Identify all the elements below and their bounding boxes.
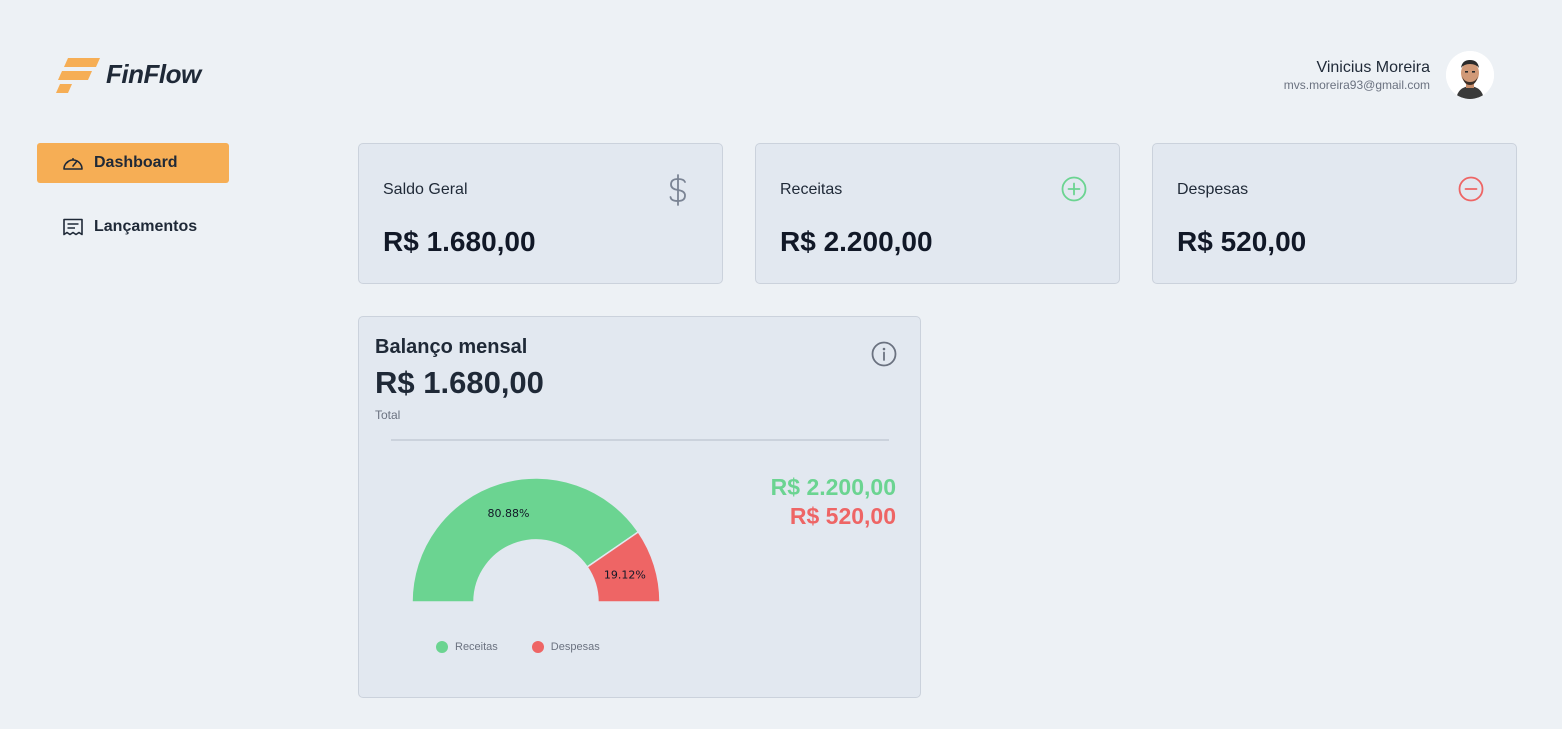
stat-title: Despesas bbox=[1177, 181, 1249, 198]
legend-swatch bbox=[436, 641, 448, 653]
stat-card-saldo-geral: Saldo Geral R$ 1.680,00 bbox=[358, 143, 723, 284]
sidebar-item-label: Lançamentos bbox=[94, 218, 198, 235]
user-name: Vinicius Moreira bbox=[1316, 59, 1430, 76]
legend-swatch bbox=[531, 641, 544, 653]
chart-legend: Receitas Despesas bbox=[436, 641, 634, 653]
gauge-icon bbox=[63, 158, 83, 170]
sidebar-item-lancamentos[interactable]: Lançamentos bbox=[37, 207, 229, 247]
brand-name: FinFlow bbox=[106, 58, 201, 89]
user-email: mvs.moreira93@gmail.com bbox=[1283, 78, 1430, 92]
dollar-icon bbox=[669, 174, 686, 206]
sidebar-item-label: Dashboard bbox=[94, 154, 178, 171]
stat-card-despesas: Despesas R$ 520,00 bbox=[1152, 143, 1517, 284]
avatar-image bbox=[1446, 51, 1494, 99]
plus-circle-icon bbox=[1061, 176, 1087, 202]
sidebar-item-dashboard[interactable]: Dashboard bbox=[37, 143, 229, 183]
receipt-icon bbox=[63, 218, 83, 236]
stat-value: R$ 1.680,00 bbox=[383, 226, 536, 257]
legend-entry-receitas[interactable]: Receitas bbox=[436, 641, 498, 653]
stat-value: R$ 520,00 bbox=[1177, 226, 1307, 257]
legend-label: Despesas bbox=[550, 641, 600, 653]
stat-title: Receitas bbox=[780, 181, 843, 198]
legend-entry-despesas[interactable]: Despesas bbox=[531, 641, 600, 653]
gauge-slice-label: 19.12% bbox=[604, 568, 646, 581]
stat-card-receitas: Receitas R$ 2.200,00 bbox=[755, 143, 1120, 284]
finflow-logo-icon bbox=[56, 58, 100, 93]
sidebar-nav: Dashboard Lançamentos bbox=[37, 143, 229, 271]
minus-circle-icon bbox=[1458, 176, 1484, 202]
gauge-slice-label: 80.88% bbox=[488, 507, 530, 520]
monthly-balance-card: Balanço mensal R$ 1.680,00 Total R$ 2.20… bbox=[358, 316, 921, 698]
legend-label: Receitas bbox=[455, 641, 498, 653]
stat-value: R$ 2.200,00 bbox=[780, 226, 933, 257]
user-profile[interactable]: Vinicius Moreira mvs.moreira93@gmail.com bbox=[1284, 51, 1494, 99]
finflow-logo[interactable]: FinFlow bbox=[56, 54, 201, 94]
avatar[interactable] bbox=[1446, 51, 1494, 99]
stat-title: Saldo Geral bbox=[383, 181, 468, 198]
